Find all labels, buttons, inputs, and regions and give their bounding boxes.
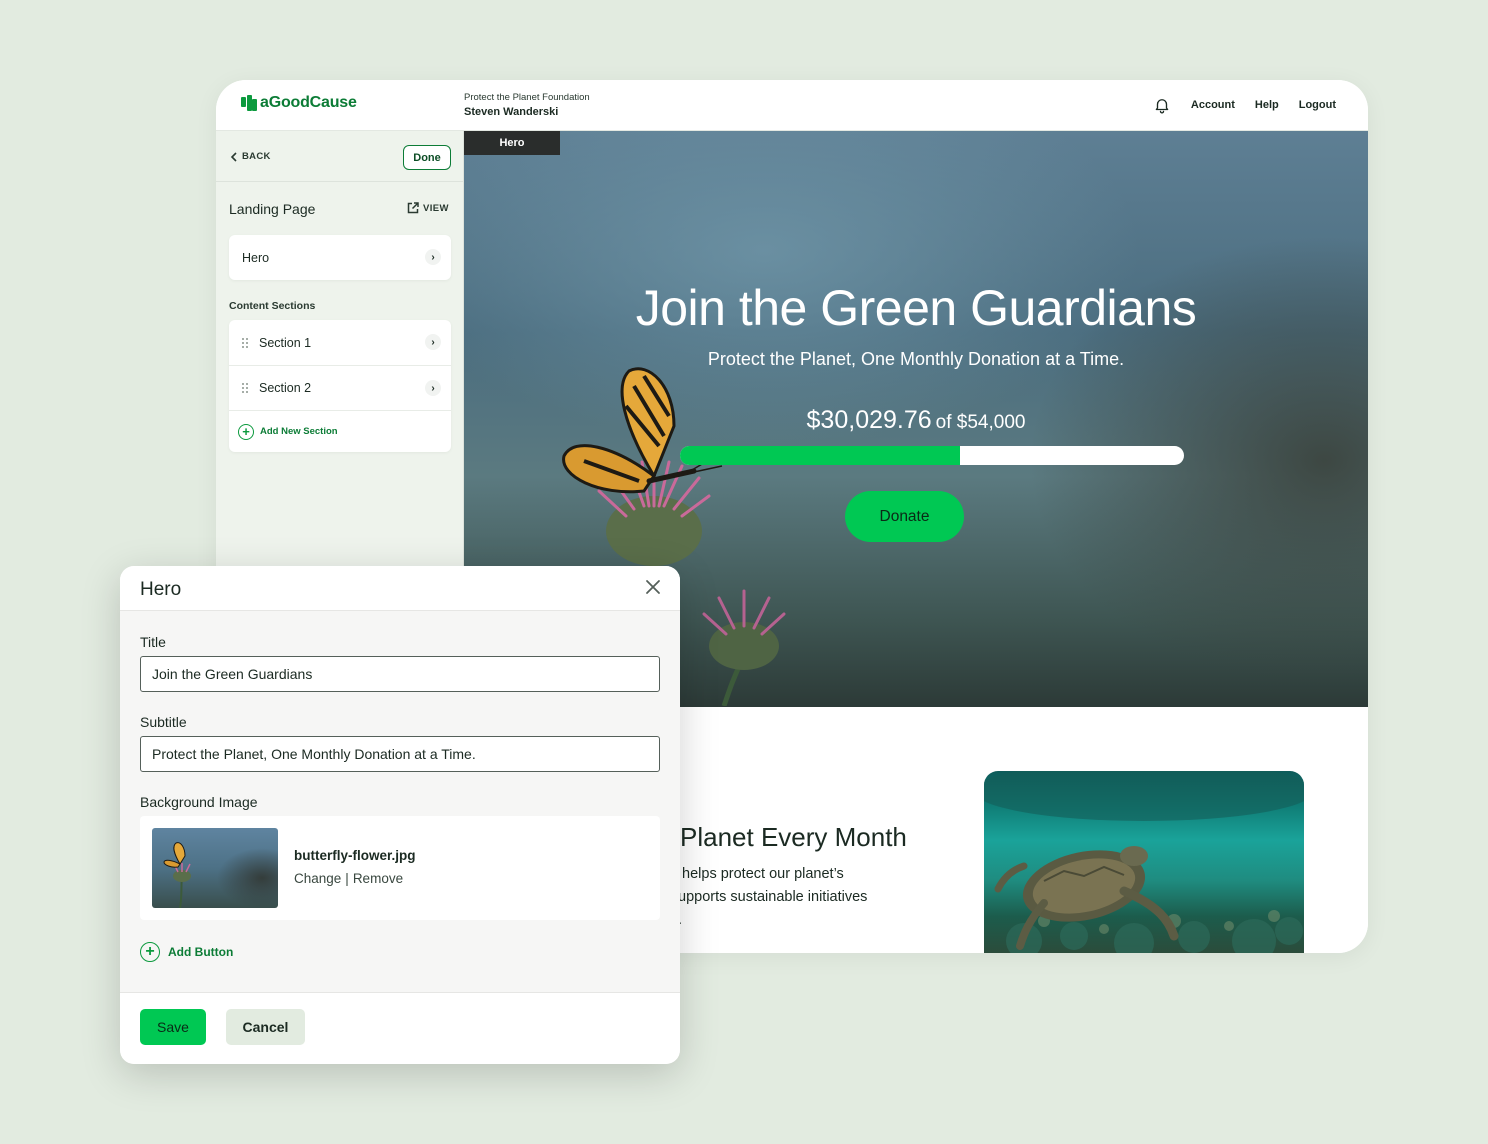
amount-goal: of $54,000 [935, 412, 1026, 433]
sidebar-header: BACK Done [216, 131, 463, 182]
back-label: BACK [242, 151, 271, 162]
cancel-button[interactable]: Cancel [226, 1009, 305, 1045]
sidebar-item-label: Section 1 [259, 335, 312, 350]
modal-title: Hero [140, 579, 182, 600]
bell-icon[interactable] [1153, 96, 1171, 114]
hero-subtitle: Protect the Planet, One Monthly Donation… [707, 349, 1125, 369]
view-link[interactable]: VIEW [407, 202, 449, 214]
drag-handle-icon[interactable] [242, 337, 248, 348]
organization-info: Protect the Planet Foundation Steven Wan… [464, 92, 590, 118]
sidebar-item-label: Hero [242, 250, 270, 265]
chevron-right-icon: › [425, 334, 441, 350]
file-actions: Change | Remove [294, 871, 403, 886]
top-nav: Account Help Logout [1153, 96, 1336, 114]
modal-header: Hero [120, 566, 680, 611]
chevron-left-icon [230, 151, 237, 162]
content-sections-label: Content Sections [229, 300, 316, 312]
nav-logout[interactable]: Logout [1299, 99, 1336, 111]
title-input[interactable]: Join the Green Guardians [140, 656, 660, 692]
chevron-right-icon: › [425, 380, 441, 396]
add-section-button[interactable]: + Add New Section [229, 410, 451, 452]
sea-turtle-image [984, 771, 1304, 953]
logo-icon [241, 95, 257, 111]
sidebar-item-hero[interactable]: Hero › [229, 235, 451, 280]
sections-card: Section 1 › Section 2 › + Add New Sectio… [229, 320, 451, 452]
back-button[interactable]: BACK [230, 151, 271, 162]
section-line: upports sustainable initiatives [678, 889, 868, 905]
section-line: . [678, 912, 683, 928]
hero-section-tag: Hero [464, 131, 560, 155]
donation-amount: $30,029.76 of $54,000 [464, 406, 1368, 435]
subtitle-input[interactable]: Protect the Planet, One Monthly Donation… [140, 736, 660, 772]
amount-raised: $30,029.76 [806, 406, 932, 434]
save-button[interactable]: Save [140, 1009, 206, 1045]
remove-image-link[interactable]: Remove [353, 871, 403, 886]
progress-fill [680, 446, 961, 465]
subtitle-label: Subtitle [140, 714, 187, 730]
nav-account[interactable]: Account [1191, 99, 1235, 111]
section-heading: Planet Every Month [680, 822, 907, 852]
add-section-label: Add New Section [260, 426, 338, 437]
donation-progress-bar [680, 446, 1184, 465]
separator: | [345, 871, 349, 886]
change-image-link[interactable]: Change [294, 871, 341, 886]
background-image-thumbnail [152, 828, 278, 908]
top-bar: aGoodCause Protect the Planet Foundation… [216, 80, 1368, 131]
background-image-card: butterfly-flower.jpg Change | Remove [140, 816, 660, 920]
org-name: Protect the Planet Foundation [464, 92, 590, 103]
sidebar-item-section-1[interactable]: Section 1 › [229, 320, 451, 365]
section-line: helps protect our planet’s [678, 866, 844, 882]
add-button[interactable]: + Add Button [140, 942, 233, 962]
modal-footer: Save Cancel [120, 992, 680, 1064]
plus-circle-icon: + [140, 942, 160, 962]
done-button[interactable]: Done [403, 145, 451, 170]
section-body: helps protect our planet’s upports susta… [678, 863, 867, 932]
logo[interactable]: aGoodCause [241, 94, 357, 112]
plus-circle-icon: + [238, 423, 254, 440]
drag-handle-icon[interactable] [242, 383, 248, 393]
logo-text: aGoodCause [260, 94, 357, 111]
hero-card: Hero › [229, 235, 451, 280]
user-name: Steven Wanderski [464, 106, 559, 118]
file-name: butterfly-flower.jpg [294, 848, 416, 863]
background-image-label: Background Image [140, 794, 258, 810]
hero-edit-modal: Hero Title Join the Green Guardians Subt… [120, 566, 680, 1064]
page-title: Landing Page [229, 201, 316, 217]
donate-button[interactable]: Donate [845, 491, 964, 542]
sidebar-item-section-2[interactable]: Section 2 › [229, 365, 451, 410]
hero-title: Join the Green Guardians [635, 280, 1197, 336]
add-button-label: Add Button [168, 945, 234, 959]
sidebar-item-label: Section 2 [259, 381, 312, 395]
nav-help[interactable]: Help [1255, 99, 1279, 111]
chevron-right-icon: › [425, 249, 441, 265]
title-label: Title [140, 634, 166, 650]
external-link-icon [407, 202, 419, 214]
close-icon[interactable] [644, 578, 662, 596]
view-label: VIEW [423, 202, 449, 214]
